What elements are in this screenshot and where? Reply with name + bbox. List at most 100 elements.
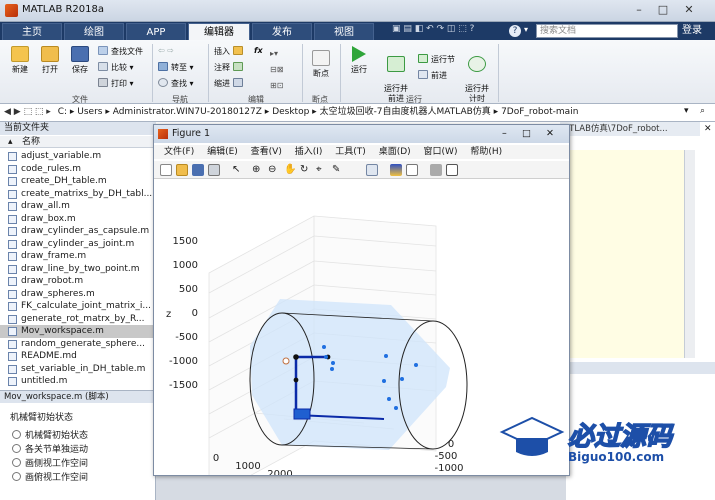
save-icon[interactable] [192,164,204,176]
file-item[interactable]: generate_rot_matrx_by_R... [0,313,156,326]
open-icon[interactable] [176,164,188,176]
tab-home[interactable]: 主页 [2,23,62,40]
print-icon[interactable] [208,164,220,176]
rotate-icon[interactable]: ↻ [300,164,312,176]
open-button[interactable]: 打开 [36,46,64,75]
goto-icon [158,62,168,71]
file-item[interactable]: draw_cylinder_as_capsule.m [0,225,156,238]
address-bar[interactable]: ◀ ▶ ⬚ ⬚ ▸ C: ▸ Users ▸ Administrator.WIN… [0,104,715,122]
file-item[interactable]: draw_line_by_two_point.m [0,263,156,276]
section-item[interactable]: 画俯视工作空间 [12,470,88,483]
file-item[interactable]: FK_calculate_joint_matrix_i... [0,300,156,313]
edit-extra-icons[interactable]: ▸▾ ⊟⊠ ⊞⊡ [270,46,283,94]
menu-view[interactable]: 查看(V) [251,147,282,157]
find-files-button[interactable]: 查找文件 [98,46,143,57]
tab-view[interactable]: 视图 [314,23,374,40]
link-icon[interactable] [366,164,378,176]
data-cursor-icon[interactable]: ⌖ [316,164,328,176]
brush-icon[interactable]: ✎ [332,164,344,176]
hide-plot-tools-icon[interactable] [430,164,442,176]
file-item[interactable]: random_generate_sphere... [0,338,156,351]
path-segment[interactable]: Administrator.WIN7U-20180127Z [113,107,262,117]
compare-button[interactable]: 比较 ▾ [98,62,134,73]
save-button[interactable]: 保存 [66,46,94,75]
print-button[interactable]: 打印 ▾ [98,78,134,89]
path-segment[interactable]: 太空垃圾回收-7自由度机器人MATLAB仿真 [320,107,491,117]
editor-file-tab[interactable]: ATLAB仿真\7DoF_robot... [560,122,700,136]
file-name: create_matrixs_by_DH_tabl... [21,188,153,199]
help-icon[interactable]: ? [509,25,521,37]
editor-scrollbar[interactable] [684,150,695,358]
path-segment[interactable]: C: [58,107,67,117]
section-item[interactable]: 画侧视工作空间 [12,456,88,469]
colorbar-icon[interactable] [390,164,402,176]
file-item[interactable]: draw_frame.m [0,250,156,263]
breakpoints-button[interactable]: 断点 [306,50,336,79]
file-item[interactable]: README.md [0,350,156,363]
tab-apps[interactable]: APP [126,23,186,40]
section-item[interactable]: 机械臂初始状态 [12,428,88,441]
address-dropdown-icon[interactable]: ▾ [684,106,689,116]
show-plot-tools-icon[interactable] [446,164,458,176]
minimize-button[interactable]: – [628,2,650,19]
close-button[interactable]: ✕ [678,2,700,19]
zoom-out-icon[interactable]: ⊖ [268,164,280,176]
new-figure-icon[interactable] [160,164,172,176]
menu-help[interactable]: 帮助(H) [470,147,502,157]
insert-button[interactable]: 插入 [214,46,246,57]
file-item[interactable]: create_matrixs_by_DH_tabl... [0,188,156,201]
legend-icon[interactable] [406,164,418,176]
menu-desktop[interactable]: 桌面(D) [379,147,411,157]
new-button[interactable]: 新建 [6,46,34,75]
zoom-in-icon[interactable]: ⊕ [252,164,264,176]
menu-window[interactable]: 窗口(W) [424,147,458,157]
maximize-button[interactable]: □ [652,2,674,19]
file-name: Mov_workspace.m [21,326,104,336]
pointer-icon[interactable]: ↖ [232,164,244,176]
indent-button[interactable]: 缩进 [214,78,246,89]
section-item[interactable]: 各关节单独运动 [12,442,88,455]
path-segment[interactable]: Users [77,107,102,117]
file-item[interactable]: untitled.m [0,375,156,388]
menu-edit[interactable]: 编辑(E) [207,147,238,157]
pan-icon[interactable]: ✋ [284,164,296,176]
tab-plots[interactable]: 绘图 [64,23,124,40]
file-item[interactable]: code_rules.m [0,163,156,176]
fx-button[interactable]: fx [254,46,263,55]
file-item[interactable]: draw_all.m [0,200,156,213]
goto-button[interactable]: 转至 ▾ [158,62,194,73]
editor-close-icon[interactable]: ✕ [704,124,712,134]
back-forward-buttons[interactable]: ⇦ ⇨ [158,46,174,55]
file-item[interactable]: draw_box.m [0,213,156,226]
editor-code-region[interactable] [566,150,684,358]
nav-arrows-icon[interactable]: ◀ ▶ ⬚ ⬚ ▸ [4,107,51,117]
address-search-icon[interactable]: ⌕ [700,106,705,116]
advance-button[interactable]: 前进 [418,70,447,81]
path-segment[interactable]: 7DoF_robot-main [501,107,578,117]
menu-file[interactable]: 文件(F) [164,147,194,157]
file-item[interactable]: adjust_variable.m [0,150,156,163]
column-header-name[interactable]: ▴ 名称 [0,136,156,148]
file-item[interactable]: create_DH_table.m [0,175,156,188]
tab-editor[interactable]: 编辑器 [188,23,250,40]
path-segment[interactable]: Desktop [272,107,309,117]
menu-tools[interactable]: 工具(T) [335,147,366,157]
figure-close-button[interactable]: ✕ [546,125,554,143]
chevron-down-icon[interactable]: ▾ [524,25,528,34]
tab-publish[interactable]: 发布 [252,23,312,40]
run-button[interactable]: 运行 [344,46,374,75]
file-item[interactable]: set_variable_in_DH_table.m [0,363,156,376]
figure-minimize-button[interactable]: – [502,125,507,143]
comment-button[interactable]: 注释 [214,62,246,73]
figure-maximize-button[interactable]: □ [522,125,531,143]
file-item[interactable]: draw_robot.m [0,275,156,288]
search-input[interactable]: 搜索文档 [536,24,678,38]
file-item[interactable]: Mov_workspace.m [0,325,156,338]
menu-insert[interactable]: 插入(I) [295,147,323,157]
run-and-time-button[interactable]: 运行并 计时 [460,46,494,104]
file-item[interactable]: draw_cylinder_as_joint.m [0,238,156,251]
file-item[interactable]: draw_spheres.m [0,288,156,301]
find-button[interactable]: 查找 ▾ [158,78,194,89]
run-section-button[interactable]: 运行节 [418,54,455,65]
login-button[interactable]: 登录 [682,22,702,40]
